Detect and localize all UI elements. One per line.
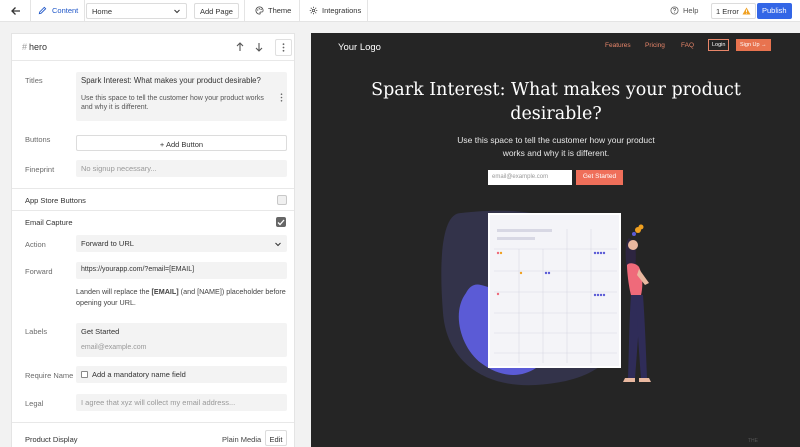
divider <box>12 422 294 423</box>
email-capture-checkbox[interactable] <box>276 217 286 227</box>
titles-label: Titles <box>25 76 43 85</box>
arrow-up-icon[interactable] <box>234 41 246 53</box>
tab-theme-label: Theme <box>268 6 292 15</box>
require-name-label: Require Name <box>25 371 74 380</box>
toolbar-divider <box>30 0 31 22</box>
forward-help-bold: [EMAIL] <box>151 287 179 296</box>
email-placeholder-input[interactable]: email@example.com <box>81 344 282 351</box>
publish-button[interactable]: Publish <box>757 3 792 19</box>
email-capture-label: Email Capture <box>25 218 73 227</box>
require-name-checkbox[interactable] <box>81 371 88 378</box>
tab-theme[interactable]: Theme <box>255 6 291 15</box>
check-icon <box>277 219 285 225</box>
section-menu-button[interactable] <box>275 39 292 56</box>
warning-icon <box>742 7 751 15</box>
legal-input[interactable]: I agree that xyz will collect my email a… <box>76 394 287 411</box>
buttons-label: Buttons <box>25 135 51 144</box>
arrow-down-icon[interactable] <box>253 41 265 53</box>
labels-label: Labels <box>25 327 48 336</box>
palette-icon <box>255 6 264 15</box>
add-button-button[interactable]: + Add Button <box>76 135 287 151</box>
legal-label: Legal <box>25 399 44 408</box>
errors-label: 1 Error <box>716 6 739 16</box>
section-name: hero <box>29 42 48 52</box>
require-name-option: Add a mandatory name field <box>92 370 186 379</box>
kebab-menu-icon[interactable] <box>280 93 283 102</box>
toolbar-divider <box>367 0 368 22</box>
back-arrow-icon[interactable] <box>9 4 23 18</box>
help-circle-icon <box>670 6 679 15</box>
forward-label: Forward <box>25 267 53 276</box>
fineprint-label: Fineprint <box>25 165 55 174</box>
chevron-down-icon <box>275 242 281 246</box>
page-select-value: Home <box>92 6 113 16</box>
pencil-icon <box>38 6 47 15</box>
toolbar-divider <box>84 0 85 22</box>
fineprint-input[interactable]: No signup necessary... <box>76 160 287 177</box>
faint-footer-text: THE <box>748 438 758 444</box>
forward-url-input[interactable]: https://yourapp.com/?email=[EMAIL] <box>76 262 287 279</box>
help-label: Help <box>683 6 699 15</box>
page-preview: Your Logo Features Pricing FAQ Login Sig… <box>311 33 800 447</box>
require-name-field[interactable]: Add a mandatory name field <box>76 366 287 383</box>
hero-illustration <box>441 210 651 386</box>
title-input[interactable]: Spark Interest: What makes your product … <box>81 76 282 85</box>
tab-integrations-label: Integrations <box>322 6 362 15</box>
action-select-value: Forward to URL <box>81 239 134 248</box>
action-select[interactable]: Forward to URL <box>76 235 287 252</box>
product-display-value: Plain Media <box>222 435 262 444</box>
edit-product-display-button[interactable]: Edit <box>265 430 287 446</box>
labels-field: Get Started email@example.com <box>76 323 287 357</box>
tab-content-label: Content <box>52 6 79 15</box>
chevron-down-icon <box>174 9 180 14</box>
subtitle-input[interactable]: Use this space to tell the customer how … <box>81 94 266 112</box>
tab-integrations[interactable]: Integrations <box>309 6 361 15</box>
app-store-label: App Store Buttons <box>25 196 86 205</box>
kebab-menu-icon <box>282 43 285 52</box>
titles-field[interactable]: Spark Interest: What makes your product … <box>76 72 287 121</box>
top-toolbar: Content Home Add Page Theme Integrations… <box>0 0 800 22</box>
forward-help-part: Landen will replace the <box>76 287 152 296</box>
app-store-checkbox[interactable] <box>277 195 287 205</box>
help-link[interactable]: Help <box>670 6 698 15</box>
page-select[interactable]: Home <box>86 3 187 19</box>
tab-content[interactable]: Content <box>38 6 78 15</box>
toolbar-divider <box>299 0 300 22</box>
product-display-label: Product Display <box>25 435 78 444</box>
toolbar-divider <box>244 0 245 22</box>
section-editor-panel: # hero Titles Spark Interest: What makes… <box>11 33 295 447</box>
gear-icon <box>309 6 318 15</box>
forward-help-text: Landen will replace the [EMAIL] (and [NA… <box>76 287 291 308</box>
errors-button[interactable]: 1 Error <box>711 3 756 19</box>
divider <box>12 210 294 211</box>
hash-icon: # <box>22 42 28 52</box>
button-label-input[interactable]: Get Started <box>81 327 282 336</box>
divider <box>12 188 294 189</box>
section-header: # hero <box>12 34 294 61</box>
action-label: Action <box>25 240 46 249</box>
add-page-button[interactable]: Add Page <box>194 3 239 19</box>
